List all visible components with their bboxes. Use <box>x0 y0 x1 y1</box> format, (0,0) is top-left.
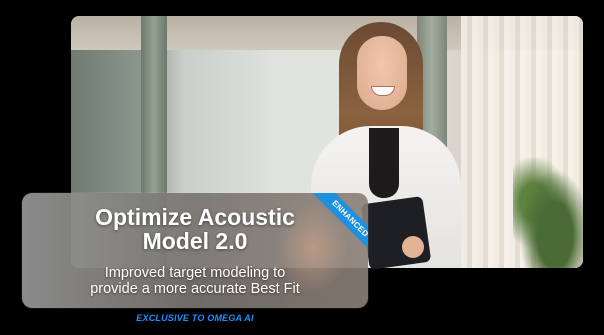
person-hand <box>402 236 424 258</box>
enhanced-badge: ENHANCED <box>308 193 368 255</box>
card-subtitle-line1: Improved target modeling to <box>104 265 286 281</box>
exclusive-label: EXCLUSIVE TO OMEGA AI <box>136 313 254 323</box>
enhanced-ribbon-container: ENHANCED <box>306 193 368 255</box>
person-shirt <box>369 128 399 198</box>
person-face <box>357 36 407 110</box>
tablet-device <box>360 196 432 270</box>
photo-plant <box>513 158 583 268</box>
card-subtitle-line2: provide a more accurate Best Fit <box>90 281 300 297</box>
